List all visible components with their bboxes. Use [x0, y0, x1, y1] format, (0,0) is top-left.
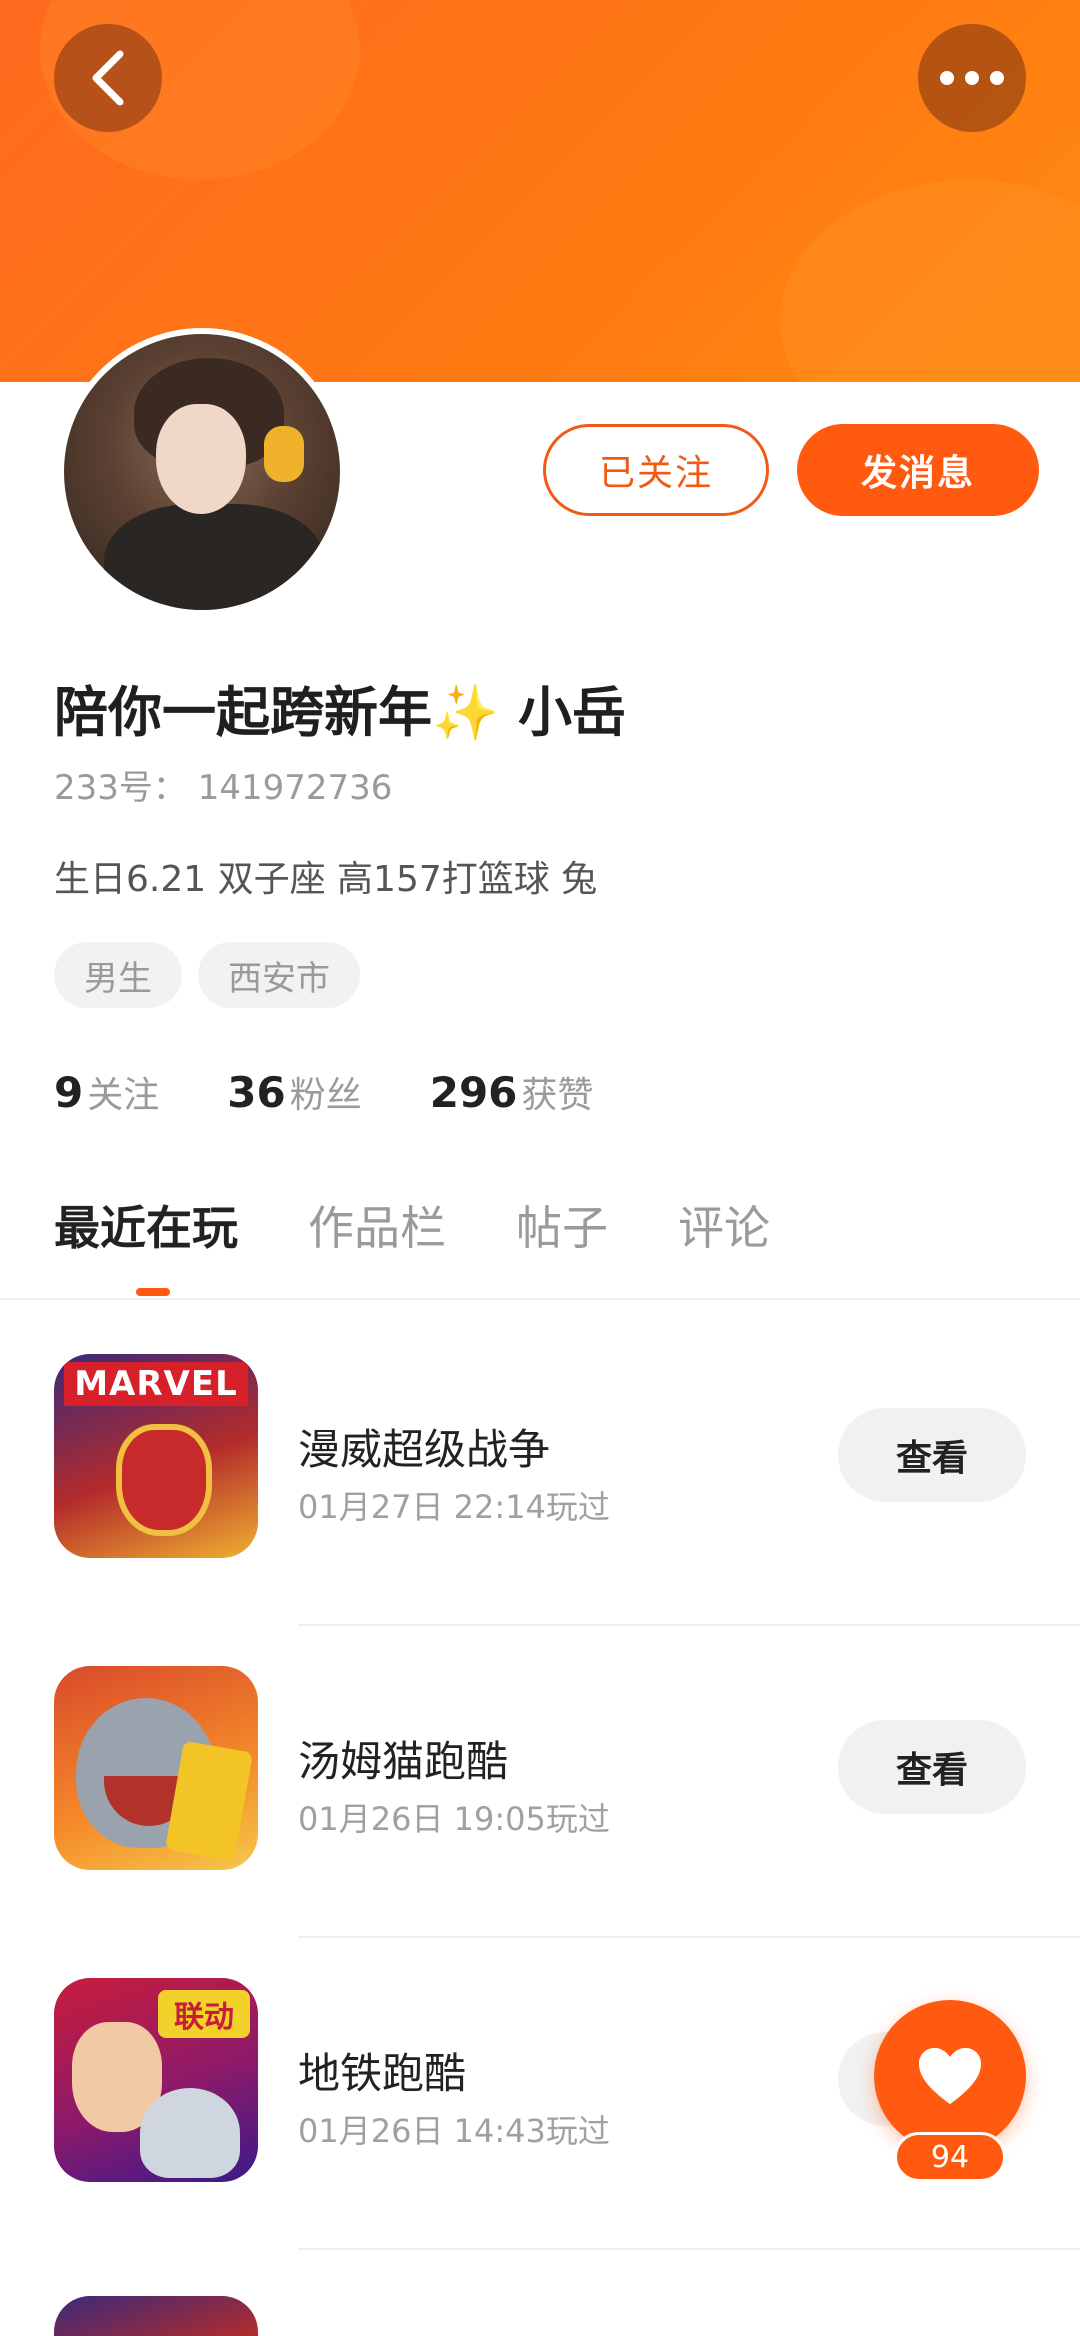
- list-item[interactable]: MARVEL 漫威超级战争 01月27日 22:14玩过 查看: [0, 1314, 1080, 1626]
- user-id: 233号： 141972736: [54, 768, 393, 808]
- more-dots-icon: [940, 71, 1004, 85]
- game-title: 汤姆猫跑酷: [298, 1737, 509, 1786]
- view-button[interactable]: 查看: [838, 1720, 1026, 1814]
- divider: [0, 1298, 1080, 1300]
- following-label: 关注: [87, 1075, 160, 1116]
- game-title: 地铁跑酷: [298, 2049, 467, 2098]
- game-icon-talking-tom: [54, 1666, 258, 1870]
- nickname: 陪你一起跨新年✨ 小岳: [54, 681, 627, 744]
- followed-button[interactable]: 已关注: [543, 424, 769, 516]
- divider: [298, 2248, 1080, 2250]
- collab-badge: 联动: [158, 1990, 250, 2038]
- banner-decoration: [780, 180, 1080, 382]
- marvel-logo: MARVEL: [64, 1362, 248, 1406]
- tab-recently-played[interactable]: 最近在玩: [54, 1192, 238, 1258]
- likes-stat[interactable]: 296 获赞: [430, 1066, 594, 1118]
- back-button[interactable]: [54, 24, 162, 132]
- followers-label: 粉丝: [289, 1075, 362, 1116]
- like-button[interactable]: [874, 2000, 1026, 2152]
- tab-comments[interactable]: 评论: [678, 1192, 770, 1258]
- avatar[interactable]: [58, 328, 346, 616]
- active-tab-indicator: [136, 1288, 170, 1296]
- profile-tabs: 最近在玩 作品栏 帖子 评论: [54, 1192, 840, 1258]
- bio: 生日6.21 双子座 高157打篮球 兔: [54, 859, 598, 900]
- list-item[interactable]: 汤姆猫跑酷 01月26日 19:05玩过 查看: [0, 1626, 1080, 1938]
- followers-count: 36: [227, 1068, 286, 1117]
- game-icon: [54, 2296, 258, 2336]
- more-button[interactable]: [918, 24, 1026, 132]
- game-icon-marvel: MARVEL: [54, 1354, 258, 1558]
- tab-posts[interactable]: 帖子: [516, 1192, 608, 1258]
- view-button[interactable]: 查看: [838, 1408, 1026, 1502]
- likes-label: 获赞: [521, 1075, 594, 1116]
- heart-icon: [919, 2047, 981, 2105]
- profile-tags: 男生 西安市: [54, 942, 360, 1008]
- chevron-left-icon: [92, 50, 124, 106]
- game-title: 漫威超级战争: [298, 1425, 551, 1474]
- played-time: 01月26日 14:43玩过: [298, 2112, 610, 2150]
- tab-works[interactable]: 作品栏: [308, 1192, 446, 1258]
- city-tag: 西安市: [198, 942, 360, 1008]
- game-icon-subway-surfers: 联动: [54, 1978, 258, 2182]
- played-time: 01月27日 22:14玩过: [298, 1488, 610, 1526]
- followers-stat[interactable]: 36 粉丝: [227, 1066, 361, 1118]
- like-count: 94: [894, 2132, 1006, 2182]
- likes-count: 296: [429, 1068, 518, 1117]
- gender-tag: 男生: [54, 942, 182, 1008]
- send-message-button[interactable]: 发消息: [797, 424, 1039, 516]
- played-time: 01月26日 19:05玩过: [298, 1800, 610, 1838]
- following-count: 9: [54, 1068, 84, 1117]
- stats-row: 9 关注 36 粉丝 296 获赞: [54, 1066, 593, 1118]
- following-stat[interactable]: 9 关注: [54, 1066, 159, 1118]
- profile-banner: [0, 0, 1080, 382]
